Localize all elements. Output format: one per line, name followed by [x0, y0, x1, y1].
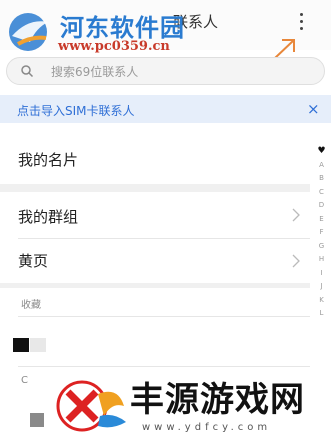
- index-letter[interactable]: K: [312, 294, 331, 308]
- favorites-section-label: 收藏: [21, 300, 41, 311]
- c-section-label: C: [21, 375, 28, 386]
- index-letter[interactable]: C: [312, 186, 331, 200]
- search-icon: [21, 65, 34, 78]
- index-letter[interactable]: H: [312, 253, 331, 267]
- more-vertical-icon[interactable]: [294, 10, 310, 34]
- index-favorites[interactable]: ♥: [312, 145, 331, 159]
- favorite-contact-avatar[interactable]: [13, 338, 29, 352]
- my-groups-row[interactable]: 我的群组: [0, 194, 310, 236]
- alphabet-index-bar[interactable]: ♥ A B C D E F G H I J K L: [312, 145, 331, 390]
- close-icon[interactable]: ×: [307, 100, 320, 118]
- chevron-right-icon: [292, 254, 300, 268]
- watermark-logo-icon: [9, 13, 48, 51]
- index-letter[interactable]: I: [312, 267, 331, 281]
- import-sim-banner[interactable]: 点击导入SIM卡联系人 ×: [0, 95, 331, 123]
- my-groups-label: 我的群组: [18, 208, 79, 226]
- divider: [18, 366, 310, 367]
- index-letter[interactable]: E: [312, 213, 331, 227]
- favorite-contact-name[interactable]: [30, 338, 46, 352]
- search-input[interactable]: 搜索69位联系人: [6, 57, 325, 85]
- yellow-pages-row[interactable]: 黄页: [0, 240, 310, 280]
- my-card-row[interactable]: 我的名片: [0, 138, 310, 180]
- index-letter[interactable]: A: [312, 159, 331, 173]
- index-letter[interactable]: D: [312, 199, 331, 213]
- index-letter[interactable]: L: [312, 307, 331, 321]
- watermark-url: www.pc0359.cn: [58, 39, 170, 54]
- divider: [18, 316, 310, 317]
- index-letter[interactable]: B: [312, 172, 331, 186]
- index-letter[interactable]: J: [312, 280, 331, 294]
- contact-avatar[interactable]: [30, 413, 44, 427]
- chevron-right-icon: [292, 208, 300, 222]
- watermark-logo-bottom: 丰源游戏网 www.ydfcy.com: [52, 368, 331, 442]
- watermark-title: 丰源游戏网: [130, 380, 305, 420]
- index-letter[interactable]: G: [312, 240, 331, 254]
- search-placeholder: 搜索69位联系人: [51, 65, 139, 79]
- yellow-pages-label: 黄页: [18, 252, 49, 270]
- watermark-title: 河东软件园: [60, 14, 185, 42]
- watermark-logo-icon: [56, 380, 126, 432]
- section-divider: [0, 184, 310, 192]
- watermark-url: www.ydfcy.com: [142, 422, 272, 433]
- my-card-label: 我的名片: [18, 151, 79, 169]
- divider: [18, 238, 310, 239]
- section-divider: [0, 283, 310, 288]
- watermark-logo-top: 河东软件园 www.pc0359.cn: [6, 6, 206, 58]
- import-sim-label[interactable]: 点击导入SIM卡联系人: [17, 102, 135, 119]
- index-letter[interactable]: F: [312, 226, 331, 240]
